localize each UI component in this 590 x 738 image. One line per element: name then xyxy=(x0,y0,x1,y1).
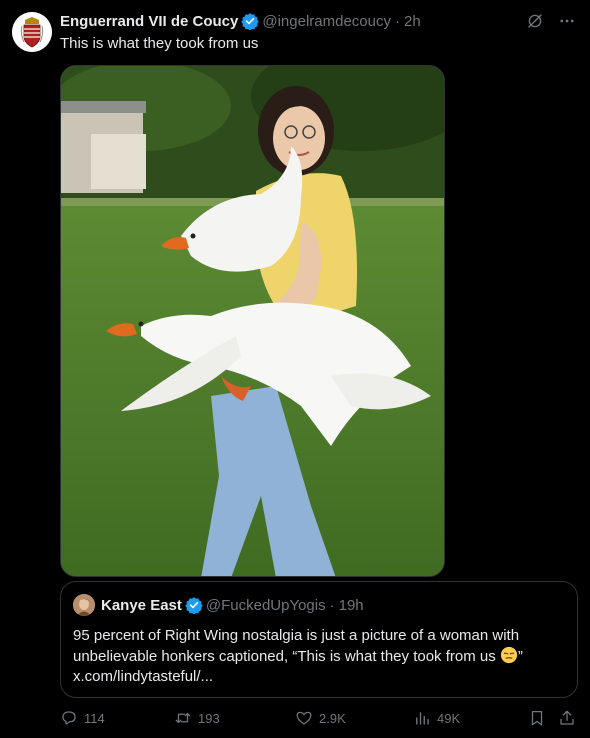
quoted-post-card[interactable]: Kanye East @FuckedUpYogis · 19h 95 perce… xyxy=(60,581,578,698)
quoted-text-line: 95 percent of Right Wing nostalgia is ju… xyxy=(73,627,520,644)
coat-of-arms-logo xyxy=(12,12,52,52)
author-avatar[interactable] xyxy=(12,12,52,52)
quoted-post-text: 95 percent of Right Wing nostalgia is ju… xyxy=(73,626,568,687)
post-action-bar: 114 193 2.9K 49K xyxy=(60,709,578,731)
photo-woman-with-geese xyxy=(61,66,444,576)
quoted-author-avatar[interactable] xyxy=(73,594,95,616)
grok-icon[interactable] xyxy=(526,12,544,30)
reply-count: 114 xyxy=(84,710,105,726)
quoted-text-segment: unbelievable honkers captioned, “This is… xyxy=(73,648,496,665)
bookmark-button[interactable] xyxy=(528,709,546,727)
post-photo[interactable] xyxy=(60,65,445,577)
separator-dot: · xyxy=(395,12,400,30)
quoted-author-name[interactable]: Kanye East xyxy=(101,597,182,614)
like-icon xyxy=(296,711,312,725)
separator-dot: · xyxy=(329,596,335,614)
post-time[interactable]: 2h xyxy=(404,13,421,30)
quoted-post-header: Kanye East @FuckedUpYogis · 19h xyxy=(101,595,364,615)
verified-badge-icon xyxy=(241,13,260,30)
more-icon[interactable] xyxy=(558,12,576,30)
reply-button[interactable]: 114 xyxy=(60,709,105,727)
post-top-actions xyxy=(526,12,576,30)
unamused-face-emoji xyxy=(500,646,518,664)
share-button[interactable] xyxy=(558,709,576,727)
bookmark-icon xyxy=(531,710,543,726)
post-text: This is what they took from us xyxy=(60,35,259,52)
post-header: Enguerrand VII de Coucy @ingelramdecoucy… xyxy=(60,11,421,31)
portrait-image xyxy=(73,594,95,616)
quoted-text-line: unbelievable honkers captioned, “This is… xyxy=(73,646,568,667)
repost-icon xyxy=(175,712,191,724)
quoted-author-handle[interactable]: @FuckedUpYogis xyxy=(206,597,326,614)
like-count: 2.9K xyxy=(319,710,346,726)
author-name[interactable]: Enguerrand VII de Coucy xyxy=(60,13,238,30)
like-button[interactable]: 2.9K xyxy=(295,709,346,727)
quoted-text-segment: ” xyxy=(517,648,523,665)
author-handle[interactable]: @ingelramdecoucy xyxy=(262,13,391,30)
views-count: 49K xyxy=(437,710,461,726)
share-icon xyxy=(560,710,574,725)
quoted-post-time[interactable]: 19h xyxy=(339,597,364,614)
verified-badge-icon xyxy=(185,597,203,614)
views-icon xyxy=(416,712,429,725)
quoted-post-link[interactable]: x.com/lindytasteful/... xyxy=(73,667,568,687)
views-button[interactable]: 49K xyxy=(413,709,460,727)
reply-icon xyxy=(62,711,76,725)
repost-button[interactable]: 193 xyxy=(174,709,220,727)
repost-count: 193 xyxy=(198,710,220,726)
